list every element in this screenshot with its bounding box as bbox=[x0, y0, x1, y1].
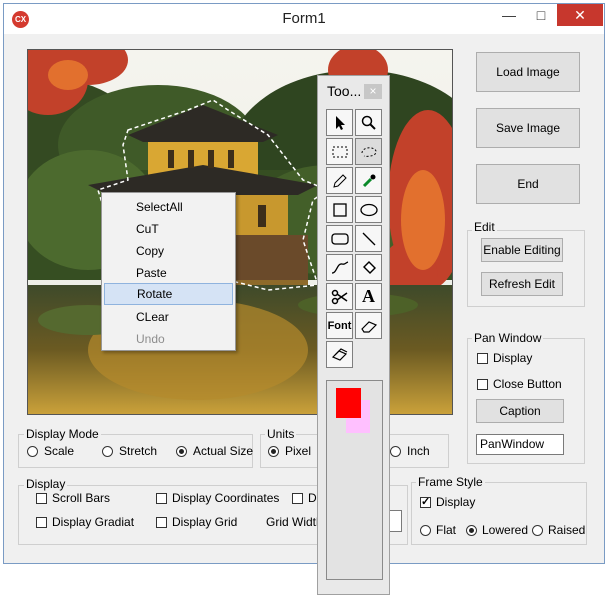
pan-display-checkbox[interactable] bbox=[477, 353, 488, 364]
rounded-rectangle-tool-icon[interactable] bbox=[326, 225, 353, 252]
display-group-title: Display bbox=[24, 477, 68, 491]
close-button-checkbox[interactable] bbox=[477, 379, 488, 390]
main-window: CX Form1 — □ ✕ Load Image Save Image End… bbox=[3, 3, 605, 564]
pan-window-title: Pan Window bbox=[472, 331, 544, 345]
display-grid-label: Display Grid bbox=[172, 515, 238, 529]
ellipse-tool-icon[interactable] bbox=[355, 196, 382, 223]
display-mode-title: Display Mode bbox=[24, 427, 101, 441]
menu-item-cut[interactable]: CuT bbox=[104, 218, 233, 240]
title-bar[interactable]: CX Form1 — □ ✕ bbox=[4, 4, 604, 34]
fill-bucket-tool-icon[interactable] bbox=[355, 254, 382, 281]
load-image-button[interactable]: Load Image bbox=[476, 52, 580, 92]
grid-width-label: Grid Width bbox=[266, 515, 323, 529]
scissors-tool-icon[interactable] bbox=[326, 283, 353, 310]
end-button[interactable]: End bbox=[476, 164, 580, 204]
pointer-tool-icon[interactable] bbox=[326, 109, 353, 136]
toolbox-title: Too... bbox=[327, 83, 362, 99]
curve-tool-icon[interactable] bbox=[326, 254, 353, 281]
scale-label: Scale bbox=[44, 444, 75, 458]
enable-editing-button[interactable]: Enable Editing bbox=[481, 238, 563, 262]
scroll-bars-checkbox[interactable] bbox=[36, 493, 47, 504]
frame-style-title: Frame Style bbox=[416, 475, 485, 489]
actual-size-label: Actual Size bbox=[193, 444, 254, 458]
toolbox-window: Too... × A Font bbox=[317, 75, 390, 595]
scroll-bars-label: Scroll Bars bbox=[52, 491, 111, 505]
menu-item-undo: Undo bbox=[136, 332, 165, 346]
display-coordinates-label: Display Coordinates bbox=[172, 491, 280, 505]
stretch-label: Stretch bbox=[119, 444, 158, 458]
eyedropper-tool-icon[interactable] bbox=[355, 167, 382, 194]
raised-radio[interactable] bbox=[532, 525, 543, 536]
menu-item-select-all[interactable]: SelectAll bbox=[104, 196, 233, 218]
close-button-label: Close Button bbox=[493, 377, 562, 391]
save-image-button[interactable]: Save Image bbox=[476, 108, 580, 148]
raised-label: Raised bbox=[548, 523, 586, 537]
menu-item-copy[interactable]: Copy bbox=[104, 240, 233, 262]
scale-radio[interactable] bbox=[27, 446, 38, 457]
lowered-radio[interactable] bbox=[466, 525, 477, 536]
toolbox-titlebar[interactable]: Too... × bbox=[318, 76, 389, 106]
menu-item-paste[interactable]: Paste bbox=[104, 262, 233, 284]
pan-display-label: Display bbox=[493, 351, 533, 365]
line-tool-icon[interactable] bbox=[355, 225, 382, 252]
zoom-tool-icon[interactable] bbox=[355, 109, 382, 136]
menu-item-rotate[interactable]: Rotate bbox=[104, 283, 233, 305]
text-tool-icon[interactable]: A bbox=[355, 283, 382, 310]
flat-label: Flat bbox=[436, 523, 457, 537]
maximize-button[interactable]: □ bbox=[525, 4, 557, 26]
pixel-radio[interactable] bbox=[268, 446, 279, 457]
inch-label: Inch bbox=[407, 444, 430, 458]
actual-size-radio[interactable] bbox=[176, 446, 187, 457]
caption-field[interactable]: PanWindow bbox=[476, 434, 564, 455]
flat-radio[interactable] bbox=[420, 525, 431, 536]
display-coordinates-checkbox[interactable] bbox=[156, 493, 167, 504]
lasso-select-tool-icon[interactable] bbox=[355, 138, 382, 165]
display-grid-checkbox[interactable] bbox=[156, 517, 167, 528]
check-icon: ✓ bbox=[421, 496, 431, 508]
refresh-edit-button[interactable]: Refresh Edit bbox=[481, 272, 563, 296]
toolbox-close-button[interactable]: × bbox=[364, 84, 382, 99]
pixel-label: Pixel bbox=[285, 444, 312, 458]
font-tool-icon[interactable]: Font bbox=[326, 312, 353, 339]
primary-color-swatch[interactable] bbox=[336, 388, 361, 418]
pencil-tool-icon[interactable] bbox=[326, 167, 353, 194]
grid-width-field[interactable] bbox=[388, 510, 402, 532]
frame-display-checkbox[interactable]: ✓ bbox=[420, 496, 431, 508]
frame-display-label: Display bbox=[436, 495, 476, 509]
menu-item-clear[interactable]: CLear bbox=[104, 306, 233, 328]
stretch-radio[interactable] bbox=[102, 446, 113, 457]
units-title: Units bbox=[265, 427, 297, 441]
rect-select-tool-icon[interactable] bbox=[326, 138, 353, 165]
caption-button[interactable]: Caption bbox=[476, 399, 564, 423]
close-button[interactable]: ✕ bbox=[557, 4, 603, 26]
display-gradient-checkbox[interactable] bbox=[36, 517, 47, 528]
stamp-tool-icon[interactable] bbox=[326, 341, 353, 368]
color-panel[interactable] bbox=[326, 380, 383, 580]
minimize-button[interactable]: — bbox=[493, 4, 525, 26]
inch-radio[interactable] bbox=[390, 446, 401, 457]
rectangle-tool-icon[interactable] bbox=[326, 196, 353, 223]
lowered-label: Lowered bbox=[482, 523, 529, 537]
edit-group-title: Edit bbox=[472, 220, 497, 234]
context-menu: SelectAll CuT Copy Paste Rotate CLear Un… bbox=[101, 192, 236, 351]
eraser-tool-icon[interactable] bbox=[355, 312, 382, 339]
draw-checkbox[interactable] bbox=[292, 493, 303, 504]
display-gradient-label: Display Gradiat bbox=[52, 515, 135, 529]
